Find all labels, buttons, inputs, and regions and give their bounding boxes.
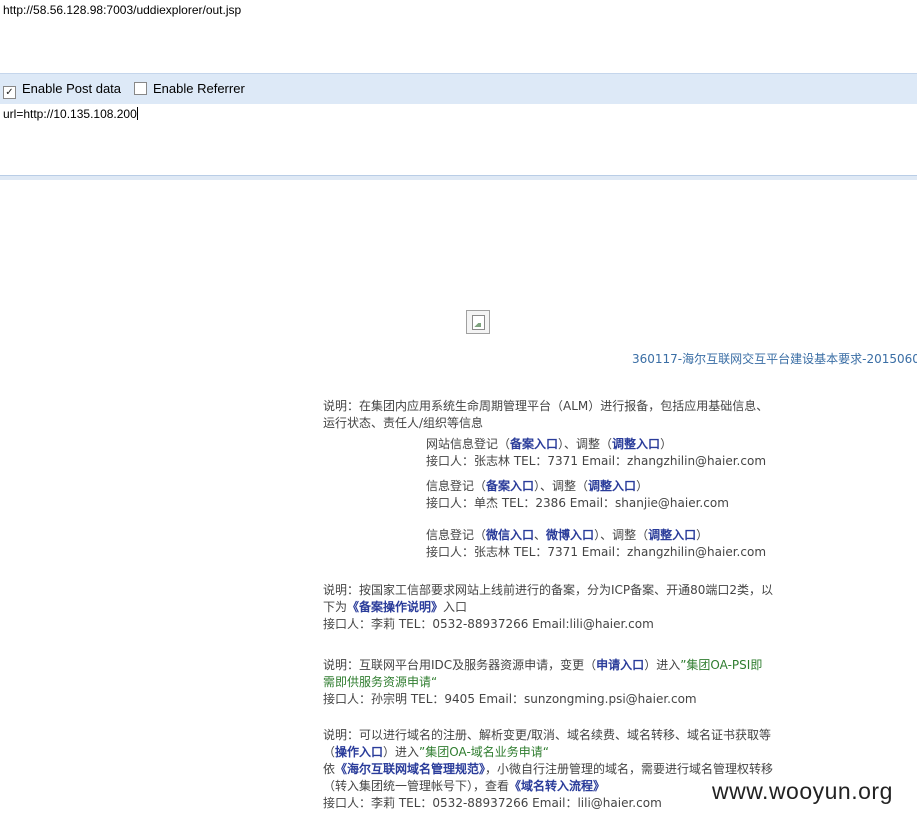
wooyun-watermark: www.wooyun.org: [712, 778, 893, 804]
referrer-checkbox[interactable]: [134, 82, 147, 95]
post-data-value: url=http://10.135.108.200: [3, 107, 137, 121]
s3-contact: 接口人：孙宗明 TEL：9405 Email：sunzongming.psi@h…: [323, 692, 697, 706]
text-caret: [136, 107, 138, 120]
adjust-entry-link-3[interactable]: 调整入口: [648, 528, 696, 542]
referrer-label: Enable Referrer: [153, 81, 245, 96]
post-data-checkbox[interactable]: ✓: [3, 86, 16, 99]
enable-referrer-option[interactable]: Enable Referrer: [134, 81, 245, 96]
adjust-entry-link-2[interactable]: 调整入口: [588, 479, 636, 493]
document-title[interactable]: 360117-海尔互联网交互平台建设基本要求-20150601: [632, 350, 917, 367]
s3-line1: 说明：互联网平台用IDC及服务器资源申请，变更（申请入口）进入”集团OA-PSI…: [323, 658, 763, 672]
filing-entry-link[interactable]: 备案入口: [510, 437, 558, 451]
wechat-entry-link[interactable]: 微信入口: [486, 528, 534, 542]
url-textarea[interactable]: http://58.56.128.98:7003/uddiexplorer/ou…: [0, 0, 917, 73]
enable-post-data-option[interactable]: ✓ Enable Post data: [3, 81, 121, 99]
filing-guide-link[interactable]: 《备案操作说明》: [347, 600, 443, 614]
filing-entry-link-2[interactable]: 备案入口: [486, 479, 534, 493]
s1-contact2: 接口人：单杰 TEL：2386 Email：shanjie@haier.com: [426, 496, 729, 510]
domain-transfer-link[interactable]: 《域名转入流程》: [509, 779, 605, 793]
apply-entry-link[interactable]: 申请入口: [596, 658, 644, 672]
s4-line1: 说明：可以进行域名的注册、解析变更/取消、域名续费、域名转移、域名证书获取等: [323, 728, 772, 742]
s1-row1: 网站信息登记（备案入口）、调整（调整入口）: [426, 437, 673, 451]
s4-line2: （操作入口）进入”集团OA-域名业务申请“: [323, 745, 549, 759]
s1-line1: 说明：在集团内应用系统生命周期管理平台（ALM）进行报备，包括应用基础信息、: [323, 399, 769, 413]
panel-divider[interactable]: [0, 175, 917, 180]
s3-line2: 需即供服务资源申请“: [323, 675, 438, 689]
domain-policy-link[interactable]: 《海尔互联网域名管理规范》: [335, 762, 485, 776]
oa-psi-label: ”集团OA-PSI即: [680, 658, 763, 672]
s1-row3: 信息登记（微信入口、微博入口）、调整（调整入口）: [426, 528, 709, 542]
s4-line3: 依《海尔互联网域名管理规范》，小微自行注册管理的域名，需要进行域名管理权转移: [323, 762, 774, 776]
s1-line2: 运行状态、责任人/组织等信息: [323, 416, 484, 430]
s2-line1: 说明：按国家工信部要求网站上线前进行的备案，分为ICP备案、开通80端口2类，以: [323, 583, 774, 597]
s4-contact: 接口人：李莉 TEL：0532-88937266 Email：lili@haie…: [323, 796, 662, 810]
oa-domain-label: ”集团OA-域名业务申请“: [419, 745, 549, 759]
s1-row2: 信息登记（备案入口）、调整（调整入口）: [426, 479, 649, 493]
adjust-entry-link[interactable]: 调整入口: [612, 437, 660, 451]
s2-line2: 下为《备案操作说明》入口: [323, 600, 468, 614]
post-data-text: url=http://10.135.108.200: [3, 107, 138, 121]
operation-entry-link[interactable]: 操作入口: [335, 745, 383, 759]
s2-contact: 接口人：李莉 TEL：0532-88937266 Email:lili@haie…: [323, 617, 654, 631]
weibo-entry-link[interactable]: 微博入口: [546, 528, 594, 542]
options-bar: ✓ Enable Post data Enable Referrer: [0, 73, 917, 105]
post-data-textarea[interactable]: url=http://10.135.108.200: [0, 104, 917, 174]
s4-line4: （转入集团统一管理帐号下），查看《域名转入流程》: [323, 779, 606, 793]
url-text: http://58.56.128.98:7003/uddiexplorer/ou…: [3, 3, 242, 17]
s1-contact3: 接口人：张志林 TEL：7371 Email：zhangzhilin@haier…: [426, 545, 767, 559]
post-data-label: Enable Post data: [22, 81, 122, 96]
s1-contact1: 接口人：张志林 TEL：7371 Email：zhangzhilin@haier…: [426, 454, 767, 468]
broken-image-icon: [466, 310, 490, 334]
